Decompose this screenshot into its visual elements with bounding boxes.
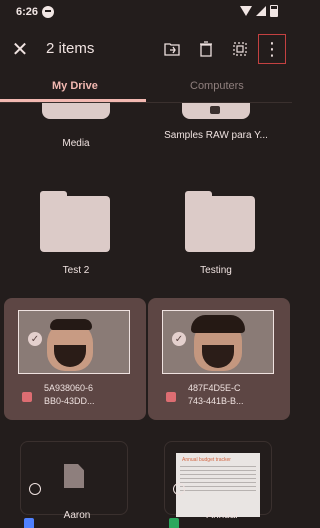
file-name-line-2: BB0-43DD... [44,396,95,406]
more-vert-icon: ⋮ [263,38,281,59]
folder-name: Testing [200,265,232,276]
folder-move-icon [164,43,180,56]
file-name-line-1: 5A938060-6 [44,383,94,393]
folder-name: Test 2 [62,265,90,276]
selection-count: 2 items [46,40,95,57]
select-radio[interactable] [173,483,185,495]
folder-icon [40,191,110,252]
tab-computers[interactable]: Computers [190,80,244,92]
selected-photo-card[interactable]: ✓ 5A938060-6 BB0-43DD... [4,298,146,420]
close-selection-button[interactable]: ✕ [6,35,34,63]
trash-icon [200,41,212,57]
messenger-icon [42,6,54,18]
selected-check-icon: ✓ [28,332,42,346]
wifi-icon [240,6,252,16]
folder-card-testing[interactable]: Testing [156,189,276,277]
battery-icon [270,5,278,17]
selection-appbar: ✕ 2 items ⋮ [0,26,292,72]
move-button[interactable] [158,35,186,63]
status-time: 6:26 [16,6,39,18]
select-all-button[interactable] [226,35,254,63]
image-file-icon [166,392,176,402]
tab-indicator [0,99,146,102]
file-grid: Media Samples RAW para Y... Test 2 Testi… [0,103,292,528]
close-icon: ✕ [11,38,29,61]
folder-card-media[interactable]: Media [16,103,136,163]
sheet-preview: Annual budget tracker [176,453,260,517]
shared-icon [210,106,220,114]
delete-button[interactable] [192,35,220,63]
document-icon [64,464,84,488]
folder-name: Media [62,138,90,149]
preview-lines [176,466,260,491]
hair-shape [50,319,92,330]
status-bar: 6:26 [0,0,292,26]
image-file-icon [22,392,32,402]
selected-photo-card[interactable]: ✓ 487F4D5E-C 743-441B-B... [148,298,290,420]
sheets-icon [169,518,179,528]
file-name: Annual [206,510,238,521]
file-name-line-1: 487F4D5E-C [188,383,241,393]
file-name-line-2: 743-441B-B... [188,396,244,406]
folder-icon [185,191,255,252]
tab-my-drive[interactable]: My Drive [52,80,98,92]
docs-icon [24,518,34,528]
select-all-icon [233,42,247,56]
folder-name: Samples RAW para Y... [164,130,268,141]
preview-title: Annual budget tracker [182,457,231,463]
select-radio[interactable] [29,483,41,495]
file-name: Aaron [63,510,91,521]
selected-check-icon: ✓ [172,332,186,346]
hair-shape [191,315,245,333]
signal-icon [256,6,266,16]
folder-card-test-2[interactable]: Test 2 [16,189,136,277]
document-card-annual[interactable]: Annual budget tracker Annual [164,441,272,528]
status-icons [240,5,278,17]
document-card-aaron[interactable]: Aaron [20,441,128,528]
folder-card-samples[interactable]: Samples RAW para Y... [156,103,276,173]
drive-tabs: My Drive Computers [0,72,292,103]
folder-icon [42,103,110,119]
more-options-button[interactable]: ⋮ [258,34,286,64]
